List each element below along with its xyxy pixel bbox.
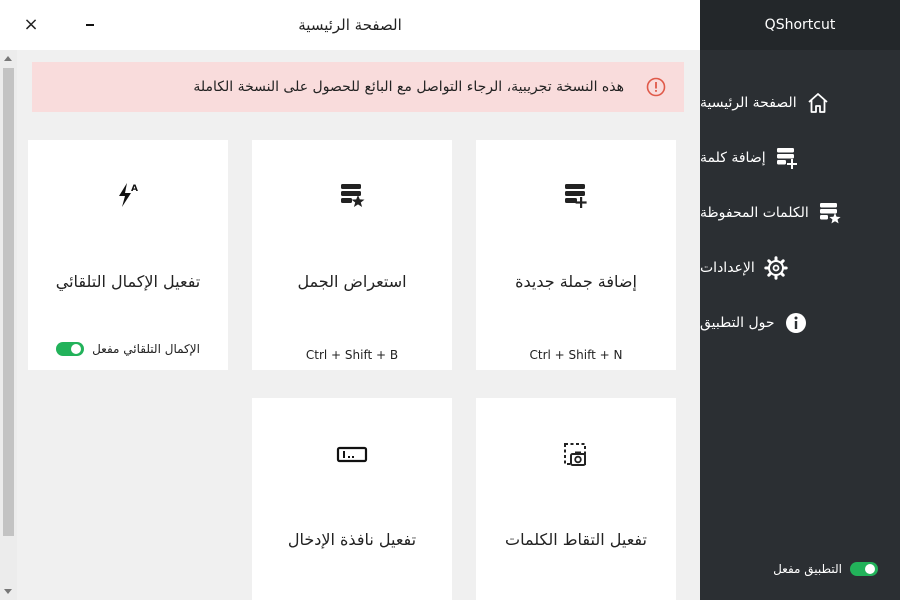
svg-text:A: A bbox=[131, 184, 138, 194]
app-brand: QShortcut bbox=[700, 0, 900, 50]
sidebar-item-label: حول التطبيق bbox=[700, 314, 775, 331]
warning-circle-icon bbox=[646, 77, 666, 97]
info-icon bbox=[785, 312, 806, 333]
sidebar-item-saved-words[interactable]: الكلمات المحفوظة bbox=[700, 185, 900, 240]
app-enabled-toggle[interactable] bbox=[850, 562, 878, 576]
toggle-label: الإكمال التلقائي مفعل bbox=[92, 342, 200, 356]
sidebar: QShortcut الصفحة الرئيسية إضافة كلمة الك… bbox=[700, 0, 900, 600]
sidebar-item-label: الصفحة الرئيسية bbox=[700, 94, 797, 111]
app-status-label: التطبيق مفعل bbox=[773, 562, 842, 576]
sidebar-nav: الصفحة الرئيسية إضافة كلمة الكلمات المحف… bbox=[700, 75, 900, 350]
trial-warning-banner: هذه النسخة تجريبية، الرجاء التواصل مع ال… bbox=[32, 62, 684, 112]
window-title: الصفحة الرئيسية bbox=[298, 16, 402, 34]
home-icon bbox=[807, 92, 828, 113]
add-list-icon bbox=[565, 184, 587, 208]
card-title: إضافة جملة جديدة bbox=[515, 272, 637, 291]
input-box-icon bbox=[336, 446, 368, 463]
starred-list-icon bbox=[341, 184, 365, 207]
gear-icon bbox=[764, 255, 788, 280]
screen-capture-icon bbox=[564, 443, 586, 466]
minimize-button[interactable] bbox=[86, 24, 94, 26]
sidebar-item-label: الإعدادات bbox=[700, 259, 755, 276]
scroll-up-arrow-icon[interactable] bbox=[4, 56, 12, 61]
flash-auto-icon: A bbox=[119, 183, 138, 207]
vertical-scrollbar[interactable] bbox=[0, 50, 17, 600]
app-status-toggle-row[interactable]: التطبيق مفعل bbox=[773, 562, 878, 576]
autocomplete-toggle-row[interactable]: الإكمال التلقائي مفعل bbox=[28, 342, 228, 356]
scroll-down-arrow-icon[interactable] bbox=[4, 589, 12, 594]
card-browse-sentences[interactable]: استعراض الجمل Ctrl + Shift + B bbox=[252, 140, 452, 370]
sidebar-item-settings[interactable]: الإعدادات bbox=[700, 240, 900, 295]
card-word-capture[interactable]: تفعيل التقاط الكلمات bbox=[476, 398, 676, 600]
card-title: تفعيل التقاط الكلمات bbox=[505, 530, 647, 549]
sidebar-item-label: الكلمات المحفوظة bbox=[700, 204, 809, 221]
sidebar-item-label: إضافة كلمة bbox=[700, 149, 766, 166]
sidebar-item-about[interactable]: حول التطبيق bbox=[700, 295, 900, 350]
starred-list-icon bbox=[819, 202, 841, 223]
card-input-window[interactable]: تفعيل نافذة الإدخال bbox=[252, 398, 452, 600]
sidebar-item-add-word[interactable]: إضافة كلمة bbox=[700, 130, 900, 185]
keyboard-shortcut: Ctrl + Shift + N bbox=[529, 348, 623, 362]
card-add-sentence[interactable]: إضافة جملة جديدة Ctrl + Shift + N bbox=[476, 140, 676, 370]
autocomplete-toggle[interactable] bbox=[56, 342, 85, 356]
close-button[interactable]: × bbox=[22, 14, 40, 36]
keyboard-shortcut: Ctrl + Shift + B bbox=[305, 348, 399, 362]
card-title: تفعيل نافذة الإدخال bbox=[287, 530, 417, 549]
add-list-icon bbox=[776, 147, 797, 169]
card-title: استعراض الجمل bbox=[297, 272, 407, 291]
sidebar-item-home[interactable]: الصفحة الرئيسية bbox=[700, 75, 900, 130]
card-title: تفعيل الإكمال التلقائي bbox=[55, 272, 201, 291]
trial-warning-text: هذه النسخة تجريبية، الرجاء التواصل مع ال… bbox=[193, 79, 624, 95]
title-bar: الصفحة الرئيسية × bbox=[0, 0, 700, 50]
scrollbar-thumb[interactable] bbox=[3, 68, 14, 536]
card-autocomplete[interactable]: A تفعيل الإكمال التلقائي الإكمال التلقائ… bbox=[28, 140, 228, 370]
